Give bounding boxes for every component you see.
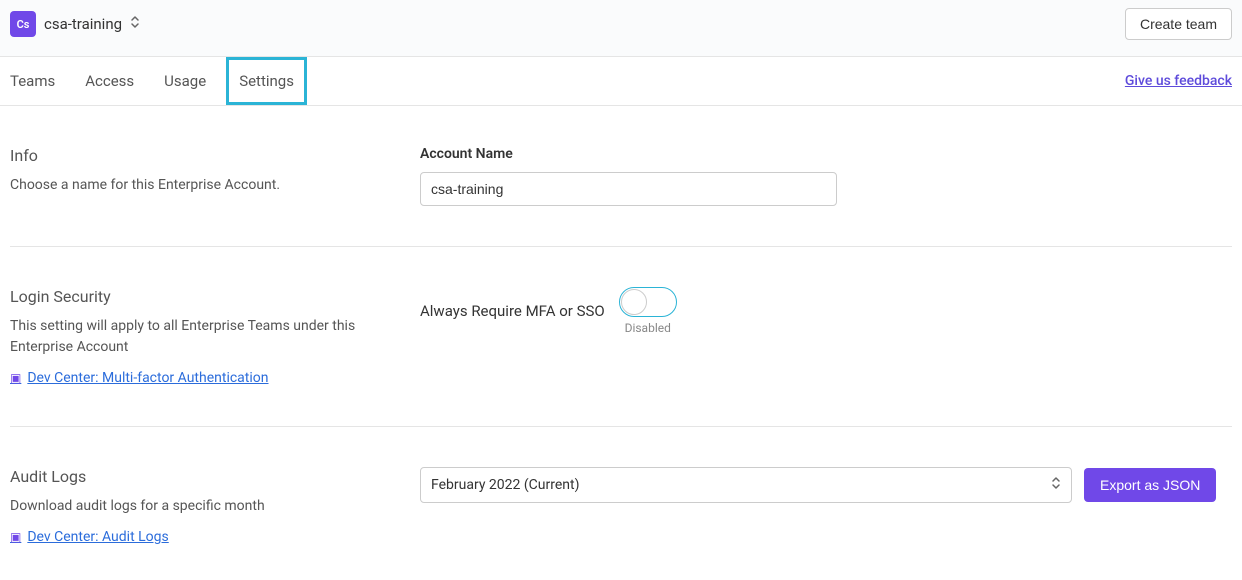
mfa-doc-link-label: Dev Center: Multi-factor Authentication bbox=[27, 370, 268, 386]
section-security: Login Security This setting will apply t… bbox=[10, 287, 1232, 427]
content: Info Choose a name for this Enterprise A… bbox=[0, 106, 1242, 555]
audit-month-select[interactable]: February 2022 (Current) bbox=[420, 467, 1072, 503]
mfa-doc-link[interactable]: ▣ Dev Center: Multi-factor Authenticatio… bbox=[10, 370, 269, 386]
mfa-toggle-status: Disabled bbox=[625, 321, 671, 335]
chevron-updown-icon bbox=[130, 15, 140, 33]
mfa-toggle[interactable] bbox=[619, 287, 677, 317]
feedback-link[interactable]: Give us feedback bbox=[1125, 73, 1232, 89]
section-audit: Audit Logs Download audit logs for a spe… bbox=[10, 467, 1232, 545]
security-desc: This setting will apply to all Enterpris… bbox=[10, 316, 360, 358]
org-badge: Cs bbox=[10, 11, 36, 37]
header: Cs csa-training Create team bbox=[0, 0, 1242, 57]
account-name-input[interactable] bbox=[420, 172, 837, 206]
account-name-label: Account Name bbox=[420, 146, 1232, 162]
info-title: Info bbox=[10, 146, 360, 165]
audit-desc: Download audit logs for a specific month bbox=[10, 496, 360, 517]
tab-access[interactable]: Access bbox=[85, 57, 134, 105]
export-json-button[interactable]: Export as JSON bbox=[1084, 468, 1216, 502]
info-desc: Choose a name for this Enterprise Accoun… bbox=[10, 175, 360, 196]
create-team-button[interactable]: Create team bbox=[1125, 8, 1232, 40]
audit-doc-link[interactable]: ▣ Dev Center: Audit Logs bbox=[10, 529, 169, 545]
tab-teams[interactable]: Teams bbox=[10, 57, 55, 105]
tabs-row: Teams Access Usage Settings Give us feed… bbox=[0, 57, 1242, 106]
org-name: csa-training bbox=[44, 15, 122, 33]
security-title: Login Security bbox=[10, 287, 360, 306]
document-icon: ▣ bbox=[10, 530, 21, 544]
org-selector[interactable]: Cs csa-training bbox=[10, 11, 140, 37]
document-icon: ▣ bbox=[10, 371, 21, 385]
toggle-knob bbox=[621, 289, 647, 315]
chevron-updown-icon bbox=[1051, 476, 1061, 494]
section-info: Info Choose a name for this Enterprise A… bbox=[10, 146, 1232, 247]
audit-doc-link-label: Dev Center: Audit Logs bbox=[27, 529, 168, 545]
tabs: Teams Access Usage Settings bbox=[10, 57, 307, 105]
audit-month-selected: February 2022 (Current) bbox=[431, 477, 579, 493]
tab-settings[interactable]: Settings bbox=[226, 57, 307, 105]
mfa-toggle-label: Always Require MFA or SSO bbox=[420, 302, 605, 320]
audit-title: Audit Logs bbox=[10, 467, 360, 486]
tab-usage[interactable]: Usage bbox=[164, 57, 206, 105]
